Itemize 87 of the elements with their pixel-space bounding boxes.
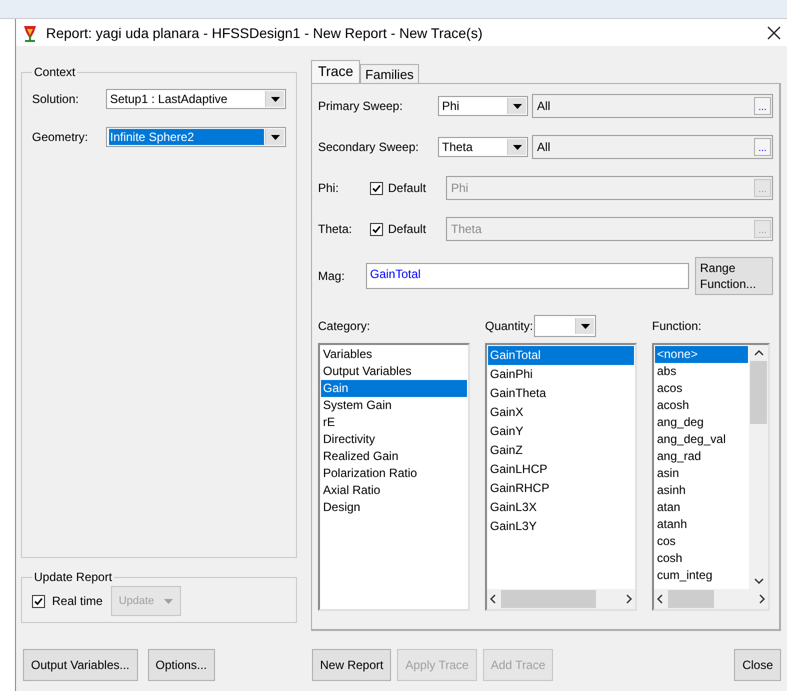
list-item[interactable]: atan [655,499,748,516]
field-label: Phi: [318,181,340,195]
field-label: Geometry: [32,130,90,144]
list-item[interactable]: ang_deg [655,414,748,431]
tab[interactable]: Families [360,64,419,83]
list-item[interactable]: cum_integ [655,567,748,584]
list-item[interactable]: ang_rad [655,448,748,465]
solution-dropdown[interactable]: Setup1 : LastAdaptive [106,89,286,109]
quantity-dropdown[interactable] [534,315,596,337]
dropdown-arrow-icon [512,104,522,108]
list-item[interactable]: GainL3Y [488,517,634,536]
dropdown-arrow-icon [512,144,522,150]
chevron-up-icon[interactable] [754,349,764,357]
field-label: Secondary Sweep: [318,140,420,154]
range-field[interactable]: All ... [532,94,773,118]
list-label: Category: [318,319,370,333]
list-item[interactable]: acosh [655,397,748,414]
mag-field[interactable]: GainTotal [366,263,689,289]
list-item[interactable]: Directivity [321,431,467,448]
range-function-button[interactable]: Range Function... [695,257,773,295]
checkbox-label: Real time [52,594,103,608]
window-title: Report: yagi uda planara - HFSSDesign1 - New Report - New Trace(s) [46,24,484,40]
list-item[interactable]: ang_deg_val [655,431,748,448]
vertical-scrollbar[interactable] [749,345,768,589]
list-item[interactable]: System Gain [321,397,467,414]
chevron-left-icon[interactable] [656,594,664,604]
group-legend: Update Report [32,570,114,584]
checkbox-label: Default [388,222,426,236]
list-item[interactable]: Axial Ratio [321,482,467,499]
list-item[interactable]: asinh [655,482,748,499]
range-field[interactable]: All ... [532,135,773,159]
dialog-button[interactable]: Options... [148,649,215,681]
field-label: Solution: [32,92,80,106]
list-item[interactable]: Realized Gain [321,448,467,465]
list-item[interactable]: Variables [321,346,467,363]
close-button[interactable]: Close [734,649,781,681]
chevron-left-icon[interactable] [489,594,497,604]
list-item[interactable]: GainRHCP [488,479,634,498]
list-item[interactable]: rE [321,414,467,431]
list-label: Quantity: [485,319,534,333]
list-item[interactable]: GainZ [488,441,634,460]
list-item[interactable]: GainLHCP [488,460,634,479]
field-label: Mag: [318,269,346,283]
list-item[interactable]: Output Variables [321,363,467,380]
list-item[interactable]: Design [321,499,467,516]
sweep-dropdown[interactable]: Theta [438,137,528,157]
chevron-down-icon[interactable] [754,577,764,585]
list-item[interactable]: cos [655,533,748,550]
browse-button[interactable]: ... [754,97,771,115]
geometry-dropdown[interactable]: Infinite Sphere2 [106,127,286,147]
close-icon[interactable] [767,26,781,40]
dropdown-arrow-icon [270,96,280,102]
checkbox-label: Default [388,181,426,195]
chevron-right-icon[interactable] [758,594,766,604]
field-label: Theta: [318,222,354,236]
horizontal-scrollbar[interactable] [654,589,768,609]
scrollbar-thumb[interactable] [501,590,596,608]
list-item[interactable]: acos [655,380,748,397]
list-item[interactable]: abs [655,363,748,380]
list-item[interactable]: <none> [655,346,748,363]
dropdown-arrow-icon [270,134,280,140]
list-item[interactable]: GainY [488,422,634,441]
field-label: Primary Sweep: [318,99,404,113]
list-item[interactable]: cosh [655,550,748,567]
scrollbar-thumb[interactable] [750,361,767,424]
browse-button[interactable]: ... [754,138,771,156]
list-item[interactable]: GainL3X [488,498,634,517]
sweep-dropdown[interactable]: Phi [438,96,528,116]
dialog-button[interactable]: Output Variables... [23,649,138,681]
list-item[interactable]: GainX [488,403,634,422]
list-label: Function: [652,319,702,333]
tab[interactable]: Trace [311,60,360,83]
list-item[interactable]: Gain [321,380,467,397]
checkbox[interactable] [32,594,45,608]
dropdown-arrow-icon [164,598,174,604]
horizontal-scrollbar[interactable] [487,589,635,609]
chevron-right-icon[interactable] [625,594,633,604]
list-item[interactable]: GainTotal [488,346,634,365]
list-item[interactable]: Polarization Ratio [321,465,467,482]
dialog-button[interactable]: New Report [312,649,392,681]
list-item[interactable]: GainTheta [488,384,634,403]
scrollbar-thumb[interactable] [668,590,714,608]
group-legend: Context [32,65,78,79]
list-item[interactable]: GainPhi [488,365,634,384]
dropdown-arrow-icon [580,324,590,328]
list-item[interactable]: atanh [655,516,748,533]
list-item[interactable]: asin [655,465,748,482]
